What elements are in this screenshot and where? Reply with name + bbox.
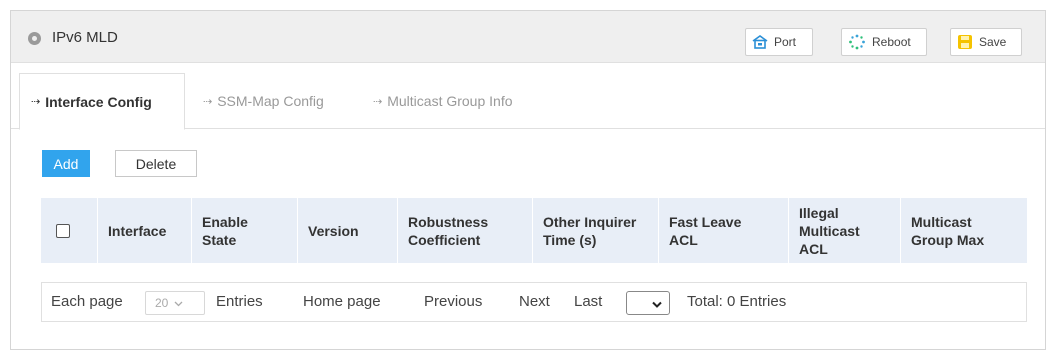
next-link[interactable]: Next bbox=[519, 293, 550, 310]
tab-interface-config[interactable]: ⇢ Interface Config bbox=[19, 73, 185, 130]
chevron-right-icon: ⇢ bbox=[373, 95, 383, 108]
col-illegal-multicast-acl[interactable]: Illegal Multicast ACL bbox=[788, 198, 900, 263]
page-select[interactable] bbox=[626, 291, 670, 315]
reboot-label: Reboot bbox=[872, 35, 911, 49]
radio-circle-icon bbox=[28, 32, 41, 45]
save-button[interactable]: Save bbox=[950, 28, 1022, 56]
tab-ssm-map-config[interactable]: ⇢ SSM-Map Config bbox=[203, 73, 324, 129]
table-header: Interface Enable State Version Robustness… bbox=[41, 198, 1027, 263]
port-label: Port bbox=[774, 35, 797, 49]
per-page-select[interactable]: 20 bbox=[145, 291, 205, 315]
chevron-right-icon: ⇢ bbox=[31, 96, 41, 108]
tab-multicast-group-info[interactable]: ⇢ Multicast Group Info bbox=[373, 73, 513, 129]
col-robustness-coefficient[interactable]: Robustness Coefficient bbox=[397, 198, 532, 263]
chevron-down-icon bbox=[652, 295, 662, 312]
select-all-cell bbox=[41, 198, 97, 263]
tab-label: Interface Config bbox=[45, 93, 152, 110]
col-version[interactable]: Version bbox=[297, 198, 397, 263]
port-icon bbox=[752, 35, 768, 49]
mld-panel: IPv6 MLD Port Reboot Save ⇢ Interface Co… bbox=[10, 10, 1046, 350]
tab-label: Multicast Group Info bbox=[387, 93, 513, 109]
pagination: Each page 20 Entries Home page Previous … bbox=[41, 282, 1027, 322]
select-all-checkbox[interactable] bbox=[56, 224, 70, 238]
entries-label: Entries bbox=[216, 293, 263, 310]
save-icon bbox=[957, 34, 973, 50]
reboot-icon bbox=[848, 34, 866, 50]
last-link[interactable]: Last bbox=[574, 293, 602, 310]
reboot-button[interactable]: Reboot bbox=[841, 28, 927, 56]
tab-bar: ⇢ Interface Config ⇢ SSM-Map Config ⇢ Mu… bbox=[11, 73, 1045, 130]
page-title: IPv6 MLD bbox=[52, 29, 118, 46]
col-enable-state[interactable]: Enable State bbox=[191, 198, 297, 263]
delete-button[interactable]: Delete bbox=[115, 150, 197, 177]
col-other-inquirer-time[interactable]: Other Inquirer Time (s) bbox=[532, 198, 658, 263]
port-button[interactable]: Port bbox=[745, 28, 813, 56]
each-page-label: Each page bbox=[51, 293, 123, 310]
col-interface[interactable]: Interface bbox=[97, 198, 191, 263]
home-page-link[interactable]: Home page bbox=[303, 293, 381, 310]
col-multicast-group-max[interactable]: Multicast Group Max bbox=[900, 198, 1027, 263]
chevron-right-icon: ⇢ bbox=[203, 95, 213, 108]
add-button[interactable]: Add bbox=[42, 150, 90, 177]
total-entries: Total: 0 Entries bbox=[687, 293, 787, 310]
save-label: Save bbox=[979, 35, 1007, 49]
col-fast-leave-acl[interactable]: Fast Leave ACL bbox=[658, 198, 788, 263]
previous-link[interactable]: Previous bbox=[424, 293, 482, 310]
chevron-down-icon bbox=[174, 296, 183, 310]
title-bar: IPv6 MLD Port Reboot Save bbox=[11, 11, 1045, 63]
tab-label: SSM-Map Config bbox=[217, 93, 324, 109]
